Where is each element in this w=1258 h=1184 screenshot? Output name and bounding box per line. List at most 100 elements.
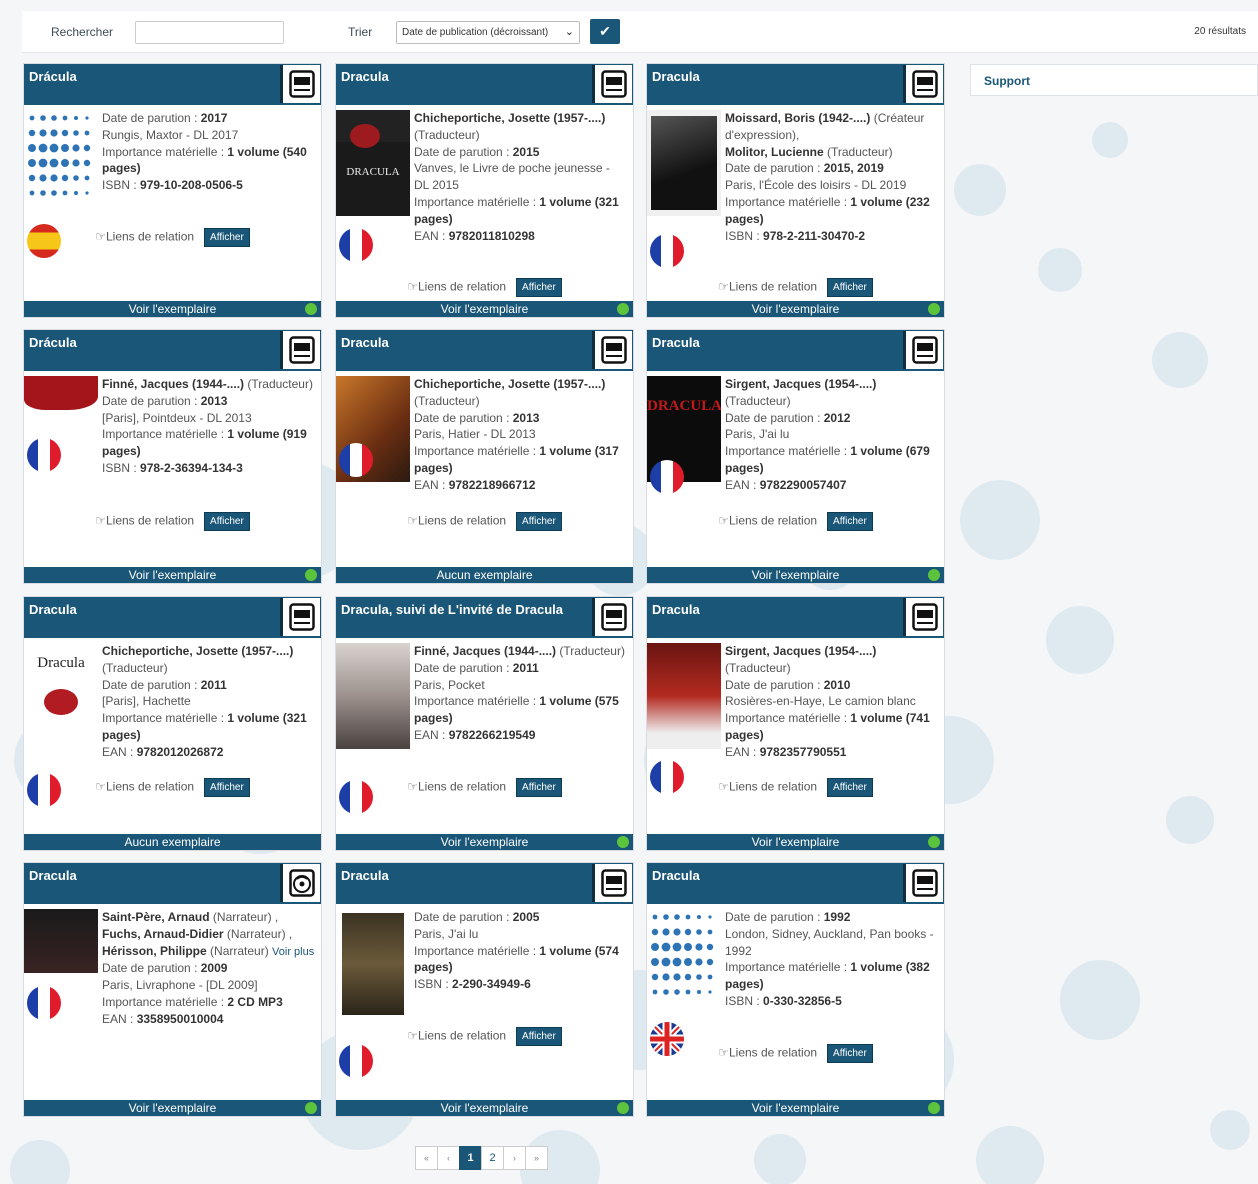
card-detail-line: Chicheportiche, Josette (1957-....) (Tra… xyxy=(102,644,294,675)
book-cover-image[interactable] xyxy=(647,110,721,216)
card-title[interactable]: Dracula, suivi de L'invité de Dracula xyxy=(341,602,563,617)
card-detail-line: ISBN : 978-2-36394-134-3 xyxy=(102,460,243,475)
card-detail-line: Moissard, Boris (1942-....) (Créateur d'… xyxy=(725,111,925,142)
result-card[interactable]: Drácula Date de parution : 2017 Rungis, Ma… xyxy=(23,63,322,318)
afficher-button[interactable]: Afficher xyxy=(827,278,873,297)
card-title-bar[interactable]: Drácula xyxy=(24,330,321,371)
result-card[interactable]: Dracula Date de parution : 2005 Paris, J'a… xyxy=(335,862,634,1117)
card-details: Finné, Jacques (1944-....) (Traducteur) D… xyxy=(102,376,315,477)
sort-label: Trier xyxy=(348,25,373,39)
result-card[interactable]: Dracula DRACULA Sirgent, Jacques (1954-...… xyxy=(646,329,945,584)
result-card[interactable]: Dracula Moissard, Boris (1942-....) (Créa… xyxy=(646,63,945,318)
result-card[interactable]: Dracula, suivi de L'invité de Dracula Fin… xyxy=(335,596,634,851)
card-detail-line: Date de parution : 2009 xyxy=(102,961,228,976)
card-title-bar[interactable]: Dracula xyxy=(336,330,633,371)
pagination-first-button[interactable]: « xyxy=(415,1146,438,1170)
card-title-bar[interactable]: Dracula xyxy=(24,597,321,638)
pagination-page-2[interactable]: 2 xyxy=(481,1146,504,1170)
relation-links: ☞Liens de relation Afficher xyxy=(336,512,633,531)
book-cover-image[interactable] xyxy=(336,643,410,749)
result-card[interactable]: Dracula Saint-Père, Arnaud (Narrateur) , … xyxy=(23,862,322,1117)
voir-plus-link[interactable]: Voir plus xyxy=(272,946,314,958)
afficher-button[interactable]: Afficher xyxy=(516,778,562,797)
card-title-bar[interactable]: Dracula xyxy=(336,863,633,904)
pagination-next-button[interactable]: › xyxy=(503,1146,526,1170)
voir-exemplaire-button[interactable]: Voir l'exemplaire xyxy=(647,1100,944,1116)
card-detail-line: EAN : 9782357790551 xyxy=(725,744,847,759)
voir-exemplaire-button[interactable]: Voir l'exemplaire xyxy=(647,301,944,317)
card-title-bar[interactable]: Drácula xyxy=(24,64,321,105)
card-title-bar[interactable]: Dracula xyxy=(647,64,944,105)
flag-fr-icon xyxy=(650,234,684,268)
voir-exemplaire-button[interactable]: Voir l'exemplaire xyxy=(336,1100,633,1116)
availability-dot xyxy=(305,569,317,581)
apply-sort-button[interactable]: ✔ xyxy=(590,19,620,44)
card-title[interactable]: Dracula xyxy=(652,868,700,883)
result-card[interactable]: Dracula Chicheportiche, Josette (1957-...… xyxy=(335,329,634,584)
book-cover-image[interactable] xyxy=(336,909,410,1015)
card-title[interactable]: Dracula xyxy=(652,602,700,617)
card-detail-line: Finné, Jacques (1944-....) (Traducteur) xyxy=(102,377,313,391)
pagination-prev-button[interactable]: ‹ xyxy=(437,1146,460,1170)
voir-exemplaire-button[interactable]: Voir l'exemplaire xyxy=(647,567,944,583)
afficher-button[interactable]: Afficher xyxy=(827,778,873,797)
afficher-button[interactable]: Afficher xyxy=(827,512,873,531)
card-title[interactable]: Drácula xyxy=(29,69,77,84)
card-title[interactable]: Dracula xyxy=(652,335,700,350)
result-card[interactable]: Drácula Finné, Jacques (1944-....) (Tradu… xyxy=(23,329,322,584)
card-details: Moissard, Boris (1942-....) (Créateur d'… xyxy=(725,110,938,244)
card-title-bar[interactable]: Dracula xyxy=(647,863,944,904)
card-title-bar[interactable]: Dracula xyxy=(647,330,944,371)
flag-fr-icon xyxy=(339,1044,373,1078)
voir-exemplaire-button[interactable]: Voir l'exemplaire xyxy=(647,834,944,850)
card-title-bar[interactable]: Dracula, suivi de L'invité de Dracula xyxy=(336,597,633,638)
book-cover-image[interactable] xyxy=(647,909,721,1015)
pagination-last-button[interactable]: » xyxy=(525,1146,548,1170)
card-footer-label: Voir l'exemplaire xyxy=(440,1101,529,1115)
book-icon xyxy=(280,598,320,636)
relation-links: ☞Liens de relation Afficher xyxy=(336,278,633,297)
support-filter-panel[interactable]: Support xyxy=(970,64,1258,96)
book-cover-image[interactable] xyxy=(24,110,98,216)
voir-exemplaire-button[interactable]: Voir l'exemplaire xyxy=(336,301,633,317)
book-cover-image[interactable] xyxy=(647,643,721,749)
voir-exemplaire-button[interactable]: Voir l'exemplaire xyxy=(336,834,633,850)
card-title[interactable]: Dracula xyxy=(29,868,77,883)
book-cover-image[interactable]: Dracula xyxy=(24,643,98,749)
book-icon xyxy=(280,65,320,103)
result-card[interactable]: Dracula Date de parution : 1992 London, S… xyxy=(646,862,945,1117)
card-detail-line: Date de parution : 2017 xyxy=(102,111,228,125)
afficher-button[interactable]: Afficher xyxy=(516,278,562,297)
result-card[interactable]: Dracula DRACULA Chicheportiche, Josette (1… xyxy=(335,63,634,318)
result-card[interactable]: Dracula Sirgent, Jacques (1954-....) (Tra… xyxy=(646,596,945,851)
card-title-bar[interactable]: Dracula xyxy=(647,597,944,638)
search-label: Rechercher xyxy=(51,25,114,39)
afficher-button[interactable]: Afficher xyxy=(516,512,562,531)
card-title-bar[interactable]: Dracula xyxy=(336,64,633,105)
search-input[interactable] xyxy=(135,21,284,44)
card-detail-line: Importance matérielle : 1 volume (321 pa… xyxy=(102,711,307,742)
afficher-button[interactable]: Afficher xyxy=(827,1044,873,1063)
card-title[interactable]: Dracula xyxy=(341,69,389,84)
card-title[interactable]: Dracula xyxy=(652,69,700,84)
card-title[interactable]: Dracula xyxy=(29,602,77,617)
afficher-button[interactable]: Afficher xyxy=(516,1027,562,1046)
afficher-button[interactable]: Afficher xyxy=(204,512,250,531)
card-title[interactable]: Dracula xyxy=(341,868,389,883)
result-card[interactable]: Dracula Dracula Chicheportiche, Josette (1… xyxy=(23,596,322,851)
voir-exemplaire-button[interactable]: Voir l'exemplaire xyxy=(24,301,321,317)
sort-select[interactable]: Date de publication (décroissant) ⌄ xyxy=(396,21,580,44)
hand-pointer-icon: ☞ xyxy=(407,279,418,294)
card-footer-label: Voir l'exemplaire xyxy=(440,835,529,849)
voir-exemplaire-button[interactable]: Voir l'exemplaire xyxy=(24,1100,321,1116)
pagination-page-1[interactable]: 1 xyxy=(459,1146,482,1170)
afficher-button[interactable]: Afficher xyxy=(204,778,250,797)
afficher-button[interactable]: Afficher xyxy=(204,228,250,247)
card-title[interactable]: Dracula xyxy=(341,335,389,350)
voir-exemplaire-button[interactable]: Voir l'exemplaire xyxy=(24,567,321,583)
card-details: Sirgent, Jacques (1954-....) (Traducteur… xyxy=(725,643,938,761)
card-detail-line: ISBN : 979-10-208-0506-5 xyxy=(102,178,243,193)
card-title[interactable]: Drácula xyxy=(29,335,77,350)
card-title-bar[interactable]: Dracula xyxy=(24,863,321,904)
book-cover-image[interactable]: DRACULA xyxy=(336,110,410,216)
